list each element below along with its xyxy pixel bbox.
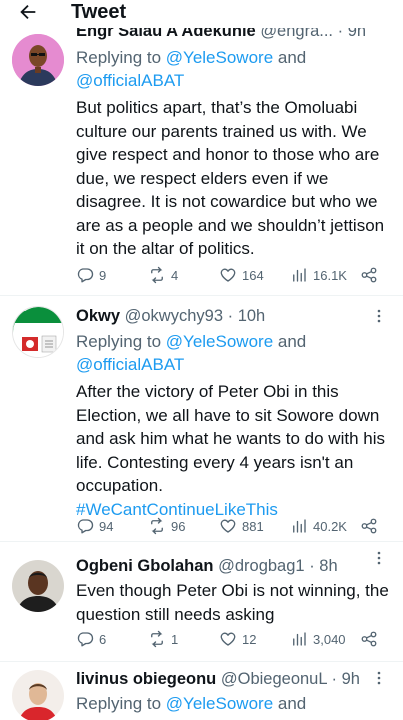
back-button[interactable] (14, 0, 42, 24)
tweet-text-body: After the victory of Peter Obi in this E… (76, 382, 385, 495)
avatar[interactable] (12, 670, 64, 720)
retweet-button[interactable]: 1 (148, 630, 178, 648)
reply-button[interactable]: 6 (76, 630, 106, 648)
heart-icon (220, 632, 236, 646)
views-icon (293, 519, 306, 533)
like-count: 164 (242, 267, 264, 283)
avatar[interactable]: PETER OBI (12, 306, 64, 358)
views-button[interactable]: 3,040 (290, 630, 346, 648)
reply-icon (77, 632, 94, 647)
tweet-text: After the victory of Peter Obi in this E… (76, 380, 389, 521)
view-count: 40.2K (313, 518, 347, 534)
like-count: 12 (242, 631, 257, 647)
like-button[interactable]: 164 (219, 266, 264, 284)
author-name[interactable]: Okwy (76, 307, 120, 325)
reply-and: and (273, 694, 307, 713)
reply-icon (77, 268, 94, 283)
tweet[interactable]: livinus obiegeonu @ObiegeonuL · 9h Reply… (0, 662, 403, 720)
tweet-time[interactable]: 8h (319, 557, 337, 575)
avatar-logo-text: PETER OBI (15, 324, 64, 334)
like-button[interactable]: 12 (219, 630, 256, 648)
view-count: 3,040 (313, 631, 346, 647)
like-button[interactable]: 881 (219, 517, 264, 535)
tweet-text: Even though Peter Obi is not winning, th… (76, 581, 389, 624)
mention-link[interactable]: @officialABAT (76, 71, 184, 90)
top-bar: Tweet (0, 0, 403, 28)
avatar[interactable] (12, 560, 64, 612)
page-title: Tweet (71, 1, 127, 23)
retweet-button[interactable]: 4 (148, 266, 178, 284)
views-icon (293, 268, 306, 282)
replying-to: Replying to @YeleSowore and @officialABA… (76, 46, 389, 92)
retweet-icon (151, 266, 163, 284)
views-icon (293, 632, 306, 646)
reply-and: and (273, 332, 307, 351)
replying-to: Replying to @YeleSowore and (76, 692, 389, 715)
author-handle[interactable]: @okwychy93 (125, 307, 223, 325)
tweet-header: Okwy @okwychy93 · 10h (76, 305, 389, 327)
tweet-actions: 6 1 12 3,040 (76, 630, 386, 650)
replying-to: Replying to @YeleSowore and @officialABA… (76, 330, 389, 376)
mention-link[interactable]: @YeleSowore (166, 694, 273, 713)
reply-button[interactable]: 9 (76, 266, 106, 284)
share-icon (361, 267, 377, 283)
reply-count: 94 (99, 518, 114, 534)
author-name[interactable]: Ogbeni Gbolahan (76, 557, 214, 575)
tweet-actions: 9 4 164 16.1K (76, 266, 386, 286)
retweet-count: 1 (171, 631, 179, 647)
reply-icon (77, 519, 94, 534)
mention-link[interactable]: @YeleSowore (166, 332, 273, 351)
author-name[interactable]: livinus obiegeonu (76, 670, 216, 688)
tweet-text: But politics apart, that’s the Omoluabi … (76, 98, 385, 258)
heart-icon (220, 268, 236, 282)
views-button[interactable]: 16.1K (290, 266, 347, 284)
reply-prefix: Replying to (76, 332, 166, 351)
retweet-button[interactable]: 96 (148, 517, 185, 535)
tweet-header: Ogbeni Gbolahan @drogbag1 · 8h (76, 555, 389, 577)
mention-link[interactable]: @YeleSowore (166, 48, 273, 67)
author-handle[interactable]: @drogbag1 (218, 557, 304, 575)
reply-button[interactable]: 94 (76, 517, 113, 535)
avatar[interactable] (12, 34, 64, 86)
tweet-header: livinus obiegeonu @ObiegeonuL · 9h (76, 668, 389, 690)
separator-dot: · (309, 557, 315, 575)
tweet-actions: 94 96 881 40.2K (76, 517, 386, 537)
share-icon (361, 631, 377, 647)
separator-dot: · (227, 307, 234, 325)
retweet-icon (151, 630, 163, 648)
tweet[interactable]: Ogbeni Gbolahan @drogbag1 · 8h Even thou… (0, 542, 403, 662)
mention-link[interactable]: @officialABAT (76, 355, 184, 374)
tweet[interactable]: Engr Salau A Adekunle @engra... · 9h Rep… (0, 0, 403, 296)
like-count: 881 (242, 518, 264, 534)
reply-prefix: Replying to (76, 48, 166, 67)
reply-prefix: Replying to (76, 694, 166, 713)
tweet-time[interactable]: 9h (342, 670, 360, 688)
heart-icon (220, 519, 236, 533)
tweet-time[interactable]: 10h (238, 307, 266, 325)
tweet[interactable]: PETER OBI Okwy @okwychy93 · 10h Replying… (0, 296, 403, 542)
retweet-count: 96 (171, 518, 186, 534)
retweet-icon (151, 517, 163, 535)
reply-count: 9 (99, 267, 107, 283)
author-handle[interactable]: @ObiegeonuL (221, 670, 327, 688)
share-icon (361, 518, 377, 534)
share-button[interactable] (360, 266, 378, 284)
views-button[interactable]: 40.2K (290, 517, 347, 535)
share-button[interactable] (360, 630, 378, 648)
arrow-left-icon (20, 4, 36, 20)
reply-and: and (273, 48, 307, 67)
separator-dot: · (331, 670, 338, 688)
view-count: 16.1K (313, 267, 347, 283)
retweet-count: 4 (171, 267, 179, 283)
share-button[interactable] (360, 517, 378, 535)
hashtag-link[interactable]: #WeCantContinueLikeThis (76, 500, 278, 519)
reply-count: 6 (99, 631, 107, 647)
